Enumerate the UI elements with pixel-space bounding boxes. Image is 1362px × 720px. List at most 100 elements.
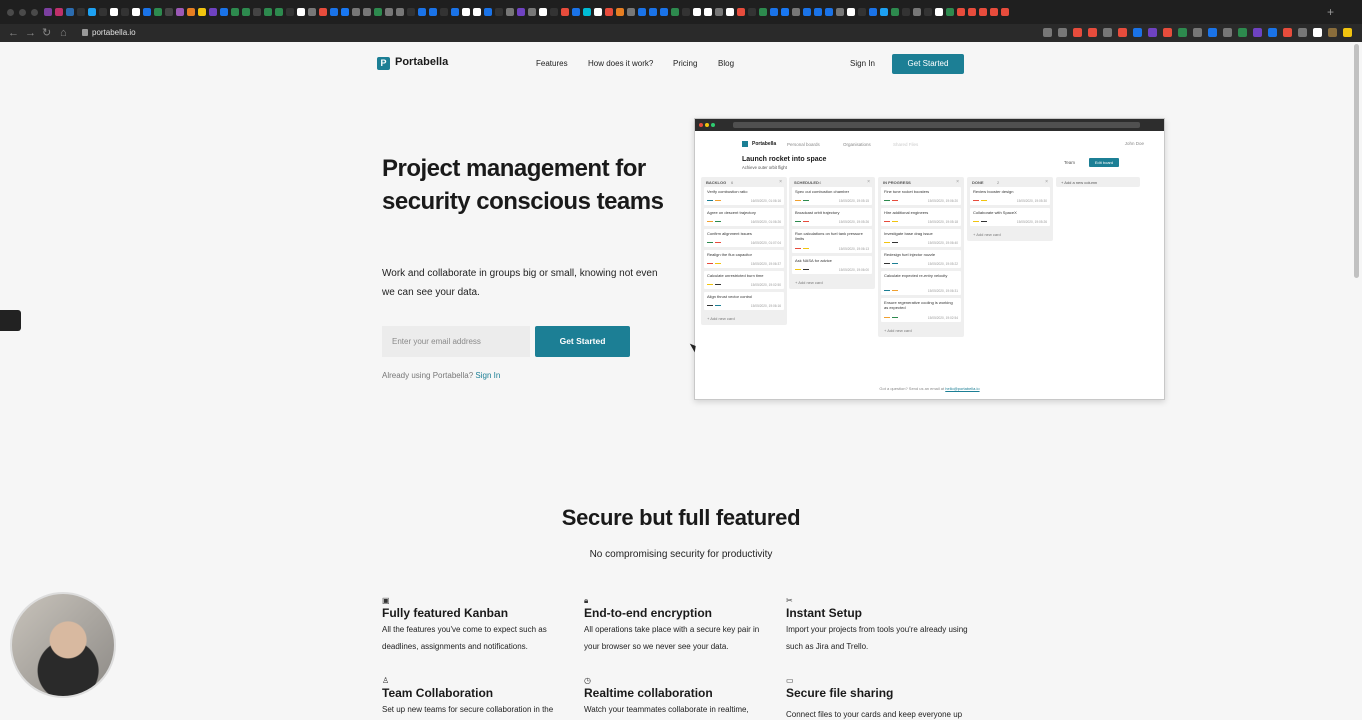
- tab-favicon[interactable]: [143, 8, 151, 16]
- tab-favicon[interactable]: [957, 8, 965, 16]
- tab-favicon[interactable]: [264, 8, 272, 16]
- tab-favicon[interactable]: [121, 8, 129, 16]
- tab-favicon[interactable]: [803, 8, 811, 16]
- extension-icon[interactable]: [1133, 28, 1142, 37]
- tab-favicon[interactable]: [594, 8, 602, 16]
- side-widget-tab[interactable]: [0, 310, 21, 331]
- tab-favicon[interactable]: [605, 8, 613, 16]
- hero-sign-in-link[interactable]: Sign In: [475, 371, 500, 380]
- tab-favicon[interactable]: [495, 8, 503, 16]
- tab-favicon[interactable]: [363, 8, 371, 16]
- tab-favicon[interactable]: [275, 8, 283, 16]
- tab-favicon[interactable]: [407, 8, 415, 16]
- tab-favicon[interactable]: [748, 8, 756, 16]
- extension-icon[interactable]: [1088, 28, 1097, 37]
- tab-favicon[interactable]: [110, 8, 118, 16]
- tab-favicon[interactable]: [66, 8, 74, 16]
- tab-favicon[interactable]: [693, 8, 701, 16]
- tab-favicon[interactable]: [539, 8, 547, 16]
- tab-favicon[interactable]: [506, 8, 514, 16]
- tab-favicon[interactable]: [902, 8, 910, 16]
- get-started-button-nav[interactable]: Get Started: [892, 54, 964, 74]
- tab-favicon[interactable]: [792, 8, 800, 16]
- extension-icon[interactable]: [1148, 28, 1157, 37]
- extension-icons[interactable]: [1043, 28, 1352, 37]
- tab-favicon[interactable]: [715, 8, 723, 16]
- tab-favicon[interactable]: [77, 8, 85, 16]
- tab-favicon[interactable]: [462, 8, 470, 16]
- page-scrollbar[interactable]: [1354, 44, 1359, 278]
- window-zoom-icon[interactable]: [31, 9, 38, 16]
- tab-favicon[interactable]: [253, 8, 261, 16]
- extension-icon[interactable]: [1178, 28, 1187, 37]
- extension-icon[interactable]: [1253, 28, 1262, 37]
- tab-favicon[interactable]: [825, 8, 833, 16]
- tab-favicon[interactable]: [891, 8, 899, 16]
- tab-favicon[interactable]: [99, 8, 107, 16]
- forward-icon[interactable]: →: [25, 26, 36, 40]
- tab-favicon[interactable]: [451, 8, 459, 16]
- tab-favicon[interactable]: [374, 8, 382, 16]
- tab-favicon[interactable]: [649, 8, 657, 16]
- tab-favicon[interactable]: [561, 8, 569, 16]
- tab-favicon[interactable]: [638, 8, 646, 16]
- tab-favicon[interactable]: [484, 8, 492, 16]
- tab-favicon[interactable]: [814, 8, 822, 16]
- tab-favicon[interactable]: [671, 8, 679, 16]
- tab-favicon[interactable]: [418, 8, 426, 16]
- tab-favicon[interactable]: [44, 8, 52, 16]
- tab-favicon[interactable]: [737, 8, 745, 16]
- tab-favicon[interactable]: [660, 8, 668, 16]
- tab-favicon[interactable]: [913, 8, 921, 16]
- tab-favicon[interactable]: [759, 8, 767, 16]
- tab-favicon[interactable]: [583, 8, 591, 16]
- tab-favicon[interactable]: [858, 8, 866, 16]
- tab-favicon[interactable]: [440, 8, 448, 16]
- extension-icon[interactable]: [1073, 28, 1082, 37]
- extension-icon[interactable]: [1313, 28, 1322, 37]
- tab-favicon[interactable]: [924, 8, 932, 16]
- tab-favicon[interactable]: [1001, 8, 1009, 16]
- tab-favicon[interactable]: [55, 8, 63, 16]
- tab-favicon[interactable]: [550, 8, 558, 16]
- tab-favicon[interactable]: [220, 8, 228, 16]
- nav-features-link[interactable]: Features: [536, 59, 568, 68]
- extension-icon[interactable]: [1328, 28, 1337, 37]
- tab-favicon[interactable]: [968, 8, 976, 16]
- nav-how-link[interactable]: How does it work?: [588, 59, 653, 68]
- tab-favicon[interactable]: [187, 8, 195, 16]
- tab-favicon[interactable]: [231, 8, 239, 16]
- tab-favicon[interactable]: [165, 8, 173, 16]
- tab-favicon[interactable]: [836, 8, 844, 16]
- tab-favicon[interactable]: [330, 8, 338, 16]
- tab-favicon[interactable]: [319, 8, 327, 16]
- sign-in-link[interactable]: Sign In: [850, 59, 875, 68]
- extension-icon[interactable]: [1223, 28, 1232, 37]
- extension-icon[interactable]: [1193, 28, 1202, 37]
- url-field[interactable]: portabella.io: [92, 27, 136, 39]
- tab-favicon[interactable]: [528, 8, 536, 16]
- get-started-button-hero[interactable]: Get Started: [535, 326, 630, 357]
- tab-favicon[interactable]: [176, 8, 184, 16]
- back-icon[interactable]: ←: [8, 26, 19, 40]
- reload-icon[interactable]: ↻: [42, 26, 51, 40]
- logo-icon[interactable]: P: [377, 57, 390, 70]
- extension-icon[interactable]: [1043, 28, 1052, 37]
- tab-favicon[interactable]: [308, 8, 316, 16]
- extension-icon[interactable]: [1103, 28, 1112, 37]
- brand-name[interactable]: Portabella: [395, 56, 448, 68]
- tab-favicon[interactable]: [627, 8, 635, 16]
- tab-favicon[interactable]: [682, 8, 690, 16]
- extension-icon[interactable]: [1268, 28, 1277, 37]
- pinned-tabs[interactable]: [44, 8, 1322, 18]
- extension-icon[interactable]: [1238, 28, 1247, 37]
- tab-favicon[interactable]: [132, 8, 140, 16]
- tab-favicon[interactable]: [396, 8, 404, 16]
- tab-favicon[interactable]: [979, 8, 987, 16]
- nav-blog-link[interactable]: Blog: [718, 59, 734, 68]
- tab-favicon[interactable]: [847, 8, 855, 16]
- tab-favicon[interactable]: [154, 8, 162, 16]
- tab-favicon[interactable]: [869, 8, 877, 16]
- tab-favicon[interactable]: [209, 8, 217, 16]
- tab-favicon[interactable]: [297, 8, 305, 16]
